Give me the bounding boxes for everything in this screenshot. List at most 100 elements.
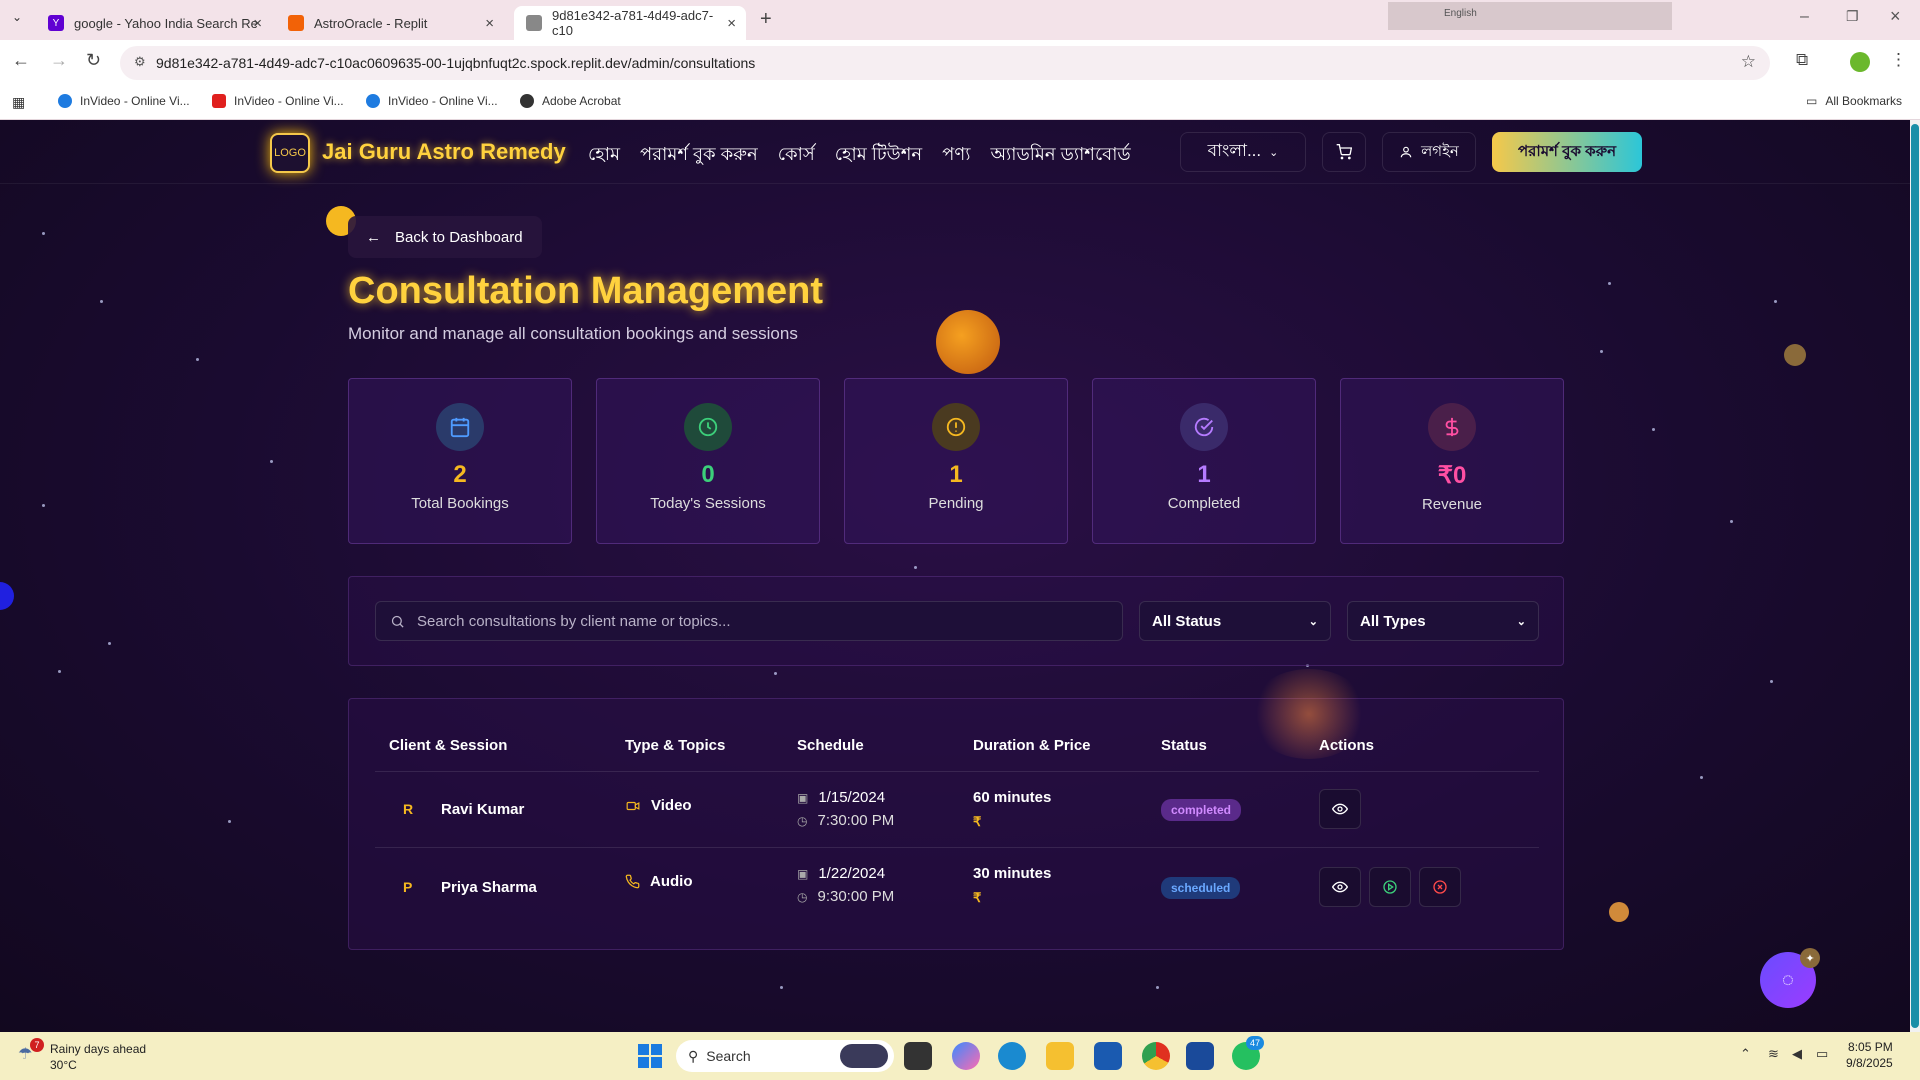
file-explorer-icon[interactable] — [1046, 1042, 1074, 1070]
system-clock[interactable]: 8:05 PM 9/8/2025 — [1846, 1040, 1893, 1070]
back-to-dashboard-button[interactable]: ← Back to Dashboard — [348, 216, 542, 258]
star — [914, 566, 917, 569]
weather-widget[interactable]: Rainy days ahead 30°C — [50, 1042, 146, 1072]
nav-home[interactable]: হোম — [588, 140, 620, 171]
replit-icon — [288, 15, 304, 31]
status-filter-select[interactable]: All Status ⌄ — [1139, 601, 1331, 641]
client-name: Priya Sharma — [441, 879, 537, 896]
view-button[interactable] — [1319, 789, 1361, 829]
language-select[interactable]: বাংলা... ⌄ — [1180, 132, 1306, 172]
nav-courses[interactable]: কোর্স — [778, 140, 815, 171]
site-logo[interactable]: LOGO — [270, 133, 310, 173]
weather-icon[interactable]: 7 ☂ — [18, 1038, 44, 1066]
star — [42, 504, 45, 507]
all-bookmarks[interactable]: ▭ All Bookmarks — [1806, 94, 1902, 108]
search-input[interactable]: Search consultations by client name or t… — [375, 601, 1123, 641]
task-view-icon[interactable] — [904, 1042, 932, 1070]
menu-icon[interactable]: ⋮ — [1890, 50, 1907, 70]
planet-decoration — [0, 582, 14, 610]
taskbar-search[interactable]: ⚲ Search — [676, 1040, 894, 1072]
apps-grid-icon[interactable]: ▦ — [12, 94, 25, 111]
tab-label: AstroOracle - Replit — [314, 15, 428, 31]
calendar-icon: ▣ — [797, 790, 809, 805]
store-icon[interactable] — [1094, 1042, 1122, 1070]
session-type: Audio — [625, 873, 693, 890]
close-icon[interactable]: × — [727, 15, 736, 32]
reload-icon[interactable]: ↻ — [86, 50, 101, 71]
page-viewport: LOGO Jai Guru Astro Remedy হোম পরামর্শ ব… — [0, 120, 1910, 1032]
volume-icon[interactable]: ◀ — [1792, 1046, 1802, 1062]
star — [270, 460, 273, 463]
edge-icon[interactable] — [998, 1042, 1026, 1070]
word-icon[interactable] — [1186, 1042, 1214, 1070]
start-session-button[interactable] — [1369, 867, 1411, 907]
copilot-icon[interactable] — [952, 1042, 980, 1070]
arrow-left-icon: ← — [366, 228, 381, 246]
new-tab-icon[interactable]: + — [760, 8, 772, 31]
tab-yahoo[interactable]: Y google - Yahoo India Search Re × — [36, 6, 272, 40]
login-label: লগইন — [1421, 142, 1459, 160]
restore-icon[interactable]: ❐ — [1846, 8, 1859, 25]
nav-products[interactable]: পণ্য — [942, 140, 970, 171]
stat-card-completed: 1 Completed — [1092, 378, 1316, 544]
brand-name[interactable]: Jai Guru Astro Remedy — [322, 139, 566, 165]
play-circle-icon — [1383, 880, 1397, 894]
weather-badge: 7 — [30, 1038, 44, 1052]
cancel-session-button[interactable] — [1419, 867, 1461, 907]
view-button[interactable] — [1319, 867, 1361, 907]
stat-label: Completed — [1167, 495, 1241, 512]
alert-icon — [932, 403, 980, 451]
planet-decoration — [1784, 344, 1806, 366]
bookmark-item[interactable]: InVideo - Online Vi... — [366, 94, 498, 108]
duration-cell: 60 minutes ₹ — [973, 789, 1051, 830]
scrollbar-thumb[interactable] — [1911, 124, 1919, 1028]
stat-label: Total Bookings — [411, 495, 509, 512]
schedule-date: 1/15/2024 — [818, 789, 886, 806]
star — [108, 642, 111, 645]
forward-arrow-icon[interactable]: → — [50, 50, 68, 71]
close-icon[interactable]: × — [253, 15, 262, 32]
bookmark-item[interactable]: Adobe Acrobat — [520, 94, 621, 108]
close-icon[interactable]: × — [485, 15, 494, 32]
stat-value: ₹0 — [1437, 462, 1467, 489]
bookmark-star-icon[interactable]: ☆ — [1741, 52, 1756, 72]
type-filter-value: All Types — [1360, 612, 1426, 630]
profile-avatar[interactable] — [1850, 52, 1870, 72]
translate-language[interactable]: English — [1444, 8, 1477, 19]
schedule-time: 7:30:00 PM — [817, 812, 895, 829]
stat-label: Revenue — [1421, 496, 1483, 513]
url-text: 9d81e342-a781-4d49-adc7-c10ac0609635-00-… — [156, 55, 756, 71]
planet-decoration — [1609, 902, 1629, 922]
minimize-icon[interactable]: – — [1800, 8, 1809, 26]
bookmark-item[interactable]: InVideo - Online Vi... — [58, 94, 190, 108]
wifi-icon[interactable]: ≋ — [1768, 1046, 1779, 1062]
nav-home-tuition[interactable]: হোম টিউশন — [835, 140, 922, 171]
windows-taskbar: 7 ☂ Rainy days ahead 30°C ⚲ Search 47 ⌃ … — [0, 1032, 1920, 1080]
all-bookmarks-label: All Bookmarks — [1825, 94, 1903, 108]
book-consultation-button[interactable]: পরামর্শ বুক করুন — [1492, 132, 1642, 172]
back-arrow-icon[interactable]: ← — [12, 50, 30, 71]
extensions-icon[interactable]: ⧉ — [1796, 50, 1808, 70]
nav-book-consultation[interactable]: পরামর্শ বুক করুন — [640, 140, 758, 171]
site-info-icon[interactable]: ⚙ — [134, 54, 146, 70]
address-bar[interactable]: ⚙ 9d81e342-a781-4d49-adc7-c10ac0609635-0… — [120, 46, 1770, 80]
nav-admin-dashboard[interactable]: অ্যাডমিন ড্যাশবোর্ড — [990, 140, 1130, 171]
star — [1608, 282, 1611, 285]
bookmark-item[interactable]: InVideo - Online Vi... — [212, 94, 344, 108]
cart-button[interactable] — [1322, 132, 1366, 172]
star — [780, 986, 783, 989]
adobe-icon — [520, 94, 534, 108]
chevron-up-icon[interactable]: ⌃ — [1740, 1046, 1751, 1062]
tab-replit[interactable]: AstroOracle - Replit × — [276, 6, 504, 40]
window-close-icon[interactable]: × — [1890, 6, 1901, 27]
tab-label: google - Yahoo India Search Re — [74, 15, 258, 31]
table-row: R Ravi Kumar Video ▣ 1/15/2024 ◷ 7:30:00 P… — [349, 771, 1565, 847]
chrome-icon[interactable] — [1142, 1042, 1170, 1070]
tab-search-icon[interactable]: ⌄ — [12, 10, 22, 24]
login-button[interactable]: লগইন — [1382, 132, 1476, 172]
type-filter-select[interactable]: All Types ⌄ — [1347, 601, 1539, 641]
chat-button[interactable]: ◌ ✦ — [1760, 948, 1820, 1008]
tab-active[interactable]: 9d81e342-a781-4d49-adc7-c10 × — [514, 6, 746, 40]
windows-start-icon[interactable] — [638, 1044, 662, 1068]
battery-icon[interactable]: ▭ — [1816, 1046, 1828, 1062]
